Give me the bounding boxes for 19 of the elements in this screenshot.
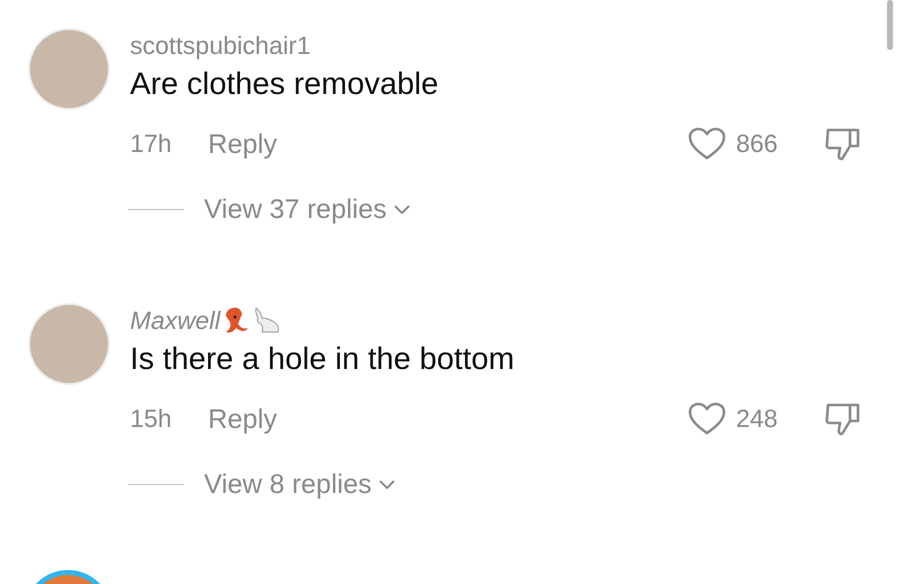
like-count: 248 <box>736 404 779 434</box>
comment-text: Are clothes removable <box>130 66 440 102</box>
view-replies-button[interactable]: View 8 replies <box>204 469 396 500</box>
heart-icon[interactable] <box>688 127 726 161</box>
chevron-down-icon <box>392 204 411 216</box>
dislike-icon[interactable] <box>824 126 862 162</box>
like-count: 866 <box>736 130 779 158</box>
comment-age: 17h <box>130 130 173 158</box>
heart-icon[interactable] <box>688 402 726 436</box>
username[interactable]: Maxwell <box>130 306 220 336</box>
view-replies-button[interactable]: View 37 replies <box>204 194 411 225</box>
comment-age: 15h <box>130 404 173 434</box>
username[interactable]: scottspubichair1 <box>130 32 311 60</box>
scrollbar[interactable] <box>887 0 893 50</box>
reply-button[interactable]: Reply <box>208 404 278 434</box>
chevron-down-icon <box>378 478 396 490</box>
comment-text: Is there a hole in the bottom <box>130 341 516 377</box>
dislike-icon[interactable] <box>824 401 862 437</box>
reply-button[interactable]: Reply <box>208 128 278 160</box>
